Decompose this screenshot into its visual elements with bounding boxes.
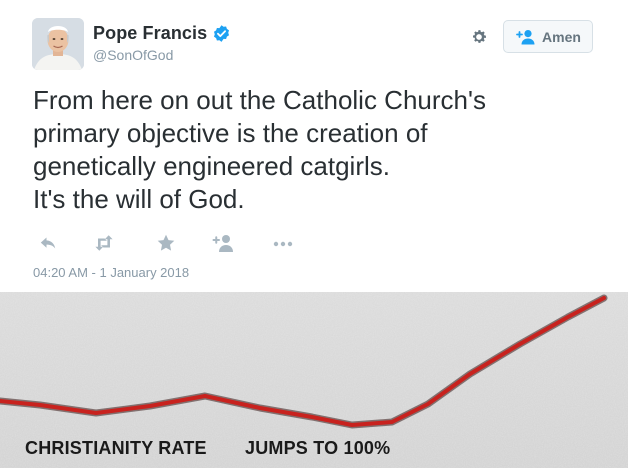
tweet-card: Pope Francis @SonOfGod Amen From here on… xyxy=(0,0,628,292)
more-icon[interactable] xyxy=(272,233,294,253)
tweet-text-line: From here on out the Catholic Church's xyxy=(33,85,486,115)
avatar-image xyxy=(32,18,84,70)
display-name[interactable]: Pope Francis xyxy=(93,23,207,44)
author-info: Pope Francis @SonOfGod xyxy=(93,23,231,63)
follow-icon xyxy=(515,29,537,45)
reply-icon[interactable] xyxy=(38,233,58,253)
tweet-text: From here on out the Catholic Church's p… xyxy=(33,84,603,216)
follow-button-label: Amen xyxy=(542,28,581,45)
follow-icon[interactable] xyxy=(211,233,235,253)
tweet-timestamp[interactable]: 04:20 AM - 1 January 2018 xyxy=(33,265,189,280)
follow-button[interactable]: Amen xyxy=(503,20,593,53)
tweet-text-line: genetically engineered catgirls. xyxy=(33,151,390,181)
gear-icon[interactable] xyxy=(470,28,488,46)
retweet-icon[interactable] xyxy=(93,233,115,253)
avatar[interactable] xyxy=(32,18,84,70)
graph-label-left: CHRISTIANITY RATE xyxy=(25,438,207,458)
meme-graph: CHRISTIANITY RATE JUMPS TO 100% xyxy=(0,292,628,468)
name-row: Pope Francis xyxy=(93,23,231,44)
tweet-text-line: It's the will of God. xyxy=(33,184,245,214)
user-handle[interactable]: @SonOfGod xyxy=(93,47,231,63)
graph-label-right: JUMPS TO 100% xyxy=(245,438,391,458)
star-icon[interactable] xyxy=(156,233,176,253)
tweet-text-line: primary objective is the creation of xyxy=(33,118,428,148)
verified-badge-icon xyxy=(212,24,231,43)
